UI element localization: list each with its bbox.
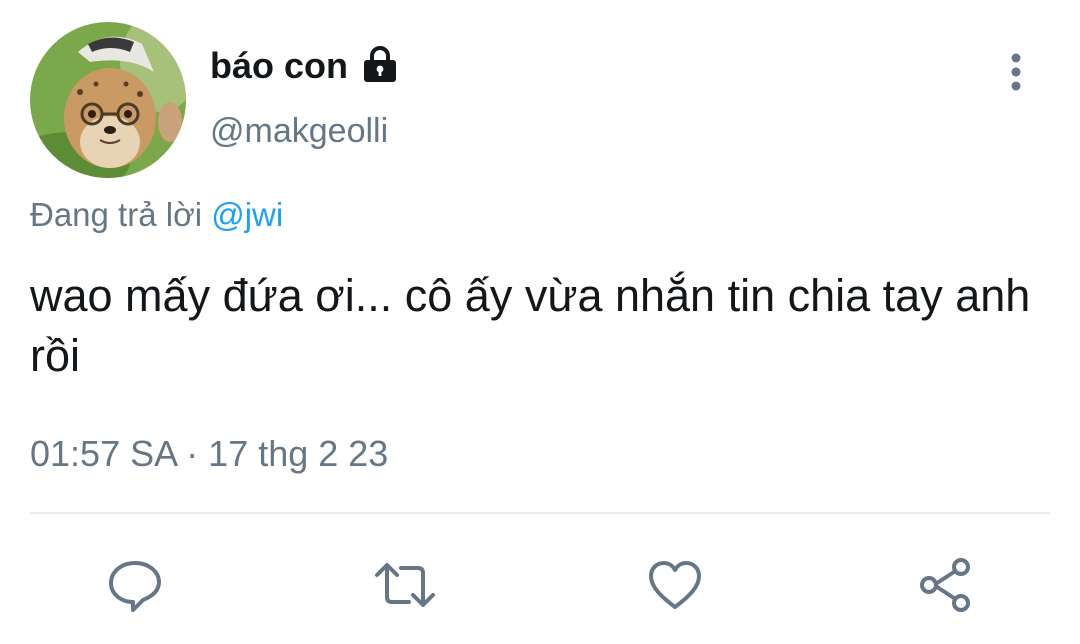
reply-button[interactable] (100, 550, 170, 620)
share-icon (920, 558, 970, 612)
tweet-text: wao mấy đứa ơi... cô ấy vừa nhắn tin chi… (30, 270, 1031, 381)
tweet-date: 17 thg 2 23 (208, 433, 389, 474)
tweet-timestamp[interactable]: 01:57 SA · 17 thg 2 23 (30, 431, 388, 477)
share-button[interactable] (910, 550, 980, 620)
cheetah-cub-avatar-image (30, 22, 186, 178)
display-name[interactable]: báo con (210, 44, 348, 88)
heart-icon (649, 561, 701, 609)
more-options-button[interactable] (994, 50, 1038, 94)
replying-to: Đang trả lời @jwi (30, 193, 283, 237)
more-vertical-icon (1011, 53, 1021, 91)
timestamp-separator: · (186, 433, 199, 474)
retweet-icon (375, 563, 435, 607)
user-handle[interactable]: @makgeolli (210, 110, 388, 152)
retweet-button[interactable] (370, 550, 440, 620)
display-name-row[interactable]: báo con (210, 44, 400, 88)
avatar[interactable] (30, 22, 186, 178)
tweet-time: 01:57 SA (30, 433, 177, 474)
comment-icon (109, 561, 161, 612)
reply-mention-link[interactable]: @jwi (211, 196, 283, 233)
lock-icon (360, 46, 400, 86)
reply-prefix: Đang trả lời (30, 196, 203, 233)
divider (30, 512, 1050, 514)
like-button[interactable] (640, 550, 710, 620)
